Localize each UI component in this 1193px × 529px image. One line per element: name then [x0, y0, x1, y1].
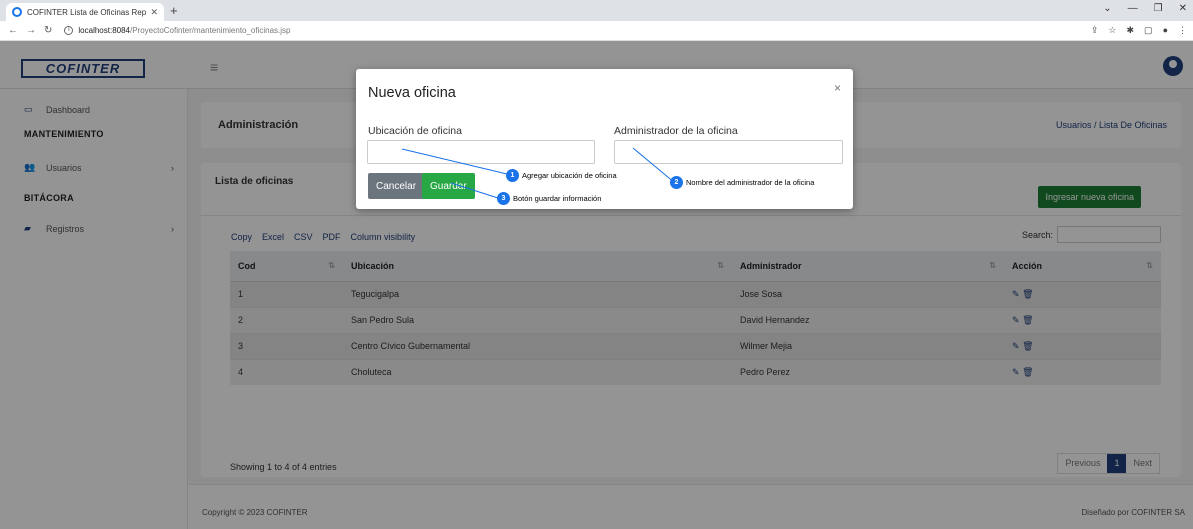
callout-3: 3 Botón guardar información: [497, 192, 601, 205]
sidepanel-icon[interactable]: ▢: [1144, 25, 1153, 36]
office-location-input[interactable]: [367, 140, 595, 164]
callout-badge: 2: [670, 176, 683, 189]
save-button[interactable]: Guardar: [422, 173, 475, 199]
office-admin-label: Administrador de la oficina: [614, 125, 738, 137]
forward-icon[interactable]: →: [26, 25, 36, 36]
chevron-down-icon[interactable]: ⌄: [1103, 3, 1111, 14]
callout-text: Agregar ubicación de oficina: [522, 171, 617, 180]
cancel-button[interactable]: Cancelar: [368, 173, 425, 199]
callout-badge: 1: [506, 169, 519, 182]
close-window-icon[interactable]: ✕: [1179, 3, 1187, 14]
address-bar-icons: ⇪ ☆ ✱ ▢ ● ⋮: [1091, 25, 1187, 36]
callout-1: 1 Agregar ubicación de oficina: [506, 169, 617, 182]
share-icon[interactable]: ⇪: [1091, 25, 1099, 36]
url-path: /ProyectoCofinter/mantenimiento_oficinas…: [129, 26, 291, 35]
office-location-label: Ubicación de oficina: [368, 125, 462, 137]
menu-icon[interactable]: ⋮: [1178, 25, 1187, 36]
restore-icon[interactable]: ❐: [1154, 3, 1163, 14]
new-tab-icon[interactable]: +: [170, 3, 178, 18]
minimize-icon[interactable]: —: [1128, 3, 1138, 14]
callout-text: Botón guardar información: [513, 194, 602, 203]
browser-tab[interactable]: COFINTER Lista de Oficinas Repo ✕: [6, 3, 164, 21]
extensions-icon[interactable]: ✱: [1127, 25, 1135, 36]
close-tab-icon[interactable]: ✕: [150, 7, 158, 18]
info-icon[interactable]: i: [64, 26, 74, 35]
callout-2: 2 Nombre del administrador de la oficina: [670, 176, 814, 189]
back-icon[interactable]: ←: [8, 25, 18, 36]
url-field[interactable]: i localhost:8084/ProyectoCofinter/manten…: [64, 26, 291, 35]
callout-badge: 3: [497, 192, 510, 205]
office-admin-input[interactable]: [614, 140, 843, 164]
profile-icon[interactable]: ●: [1163, 25, 1168, 36]
close-icon[interactable]: ×: [834, 81, 841, 95]
chrome-favicon-icon: [12, 7, 22, 17]
callout-text: Nombre del administrador de la oficina: [686, 178, 815, 187]
address-bar: ← → ↻ i localhost:8084/ProyectoCofinter/…: [0, 21, 1193, 41]
reload-icon[interactable]: ↻: [44, 25, 52, 36]
url-host: localhost:8084: [78, 26, 130, 35]
window-controls: ⌄ — ❐ ✕: [1103, 3, 1187, 14]
star-icon[interactable]: ☆: [1108, 25, 1116, 36]
tab-title: COFINTER Lista de Oficinas Repo: [27, 7, 147, 17]
browser-tab-bar: COFINTER Lista de Oficinas Repo ✕ + ⌄ — …: [0, 0, 1193, 21]
modal-title: Nueva oficina: [368, 85, 456, 101]
